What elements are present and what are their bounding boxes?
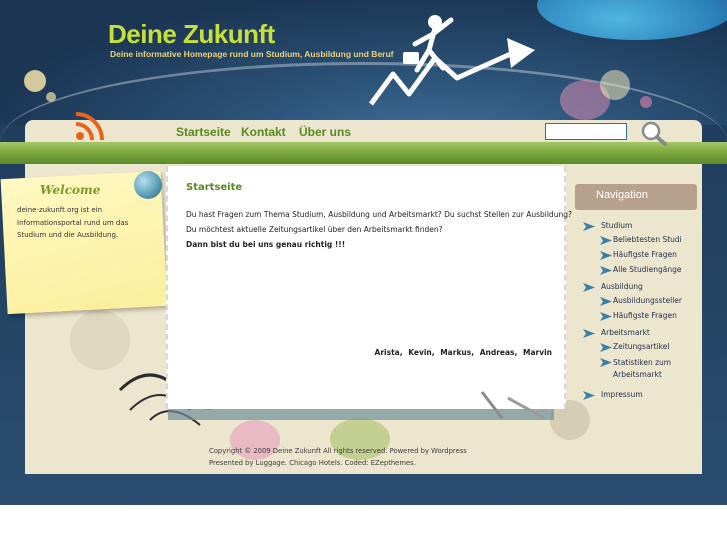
bubble-decoration (24, 70, 46, 92)
businessman-arrow-illustration (368, 15, 535, 106)
welcome-text: deine-zukunft.org ist ein Informationspo… (17, 206, 129, 239)
welcome-title: Welcome (40, 183, 101, 197)
header-banner: Deine Zukunft Deine informative Homepage… (0, 0, 727, 125)
sidebar-item-ausbildung[interactable]: Ausbildung (601, 282, 681, 291)
arrow-icon (583, 283, 595, 292)
green-divider-bar (0, 142, 727, 164)
arrow-icon (600, 343, 612, 352)
site-title[interactable]: Deine Zukunft (108, 19, 275, 50)
sidebar-item-zeitungsartikel[interactable]: Zeitungsartikel (613, 342, 682, 351)
intro-line-1: Du hast Fragen zum Thema Studium, Ausbil… (186, 210, 572, 219)
sidebar-item-impressum[interactable]: Impressum (601, 390, 681, 399)
arrow-icon (600, 312, 612, 321)
nav-kontakt[interactable]: Kontakt (241, 125, 286, 139)
intro-line-3: Dann bist du bei uns genau richtig !!! (186, 240, 346, 249)
search-icon[interactable] (640, 120, 668, 146)
bubble-decoration (46, 92, 56, 102)
nav-startseite[interactable]: Startseite (176, 125, 231, 139)
arrow-icon (600, 266, 612, 275)
sidebar-item-ausbildungsstellen[interactable]: Ausbildungsstellen (613, 296, 682, 305)
arrow-icon (600, 236, 612, 245)
arrow-icon (600, 251, 612, 260)
arrow-icon (583, 329, 595, 338)
authors-signature: Arista, Kevin, Markus, Andreas, Marvin (374, 348, 552, 357)
sidebar-heading: Navigation (596, 189, 648, 201)
sidebar-item-haeufigste-fragen-ausbildung[interactable]: Häufigste Fragen (613, 311, 682, 320)
header-glow (537, 0, 727, 40)
site-subtitle: Deine informative Homepage rund um Studi… (110, 49, 394, 59)
pin-icon (134, 171, 162, 199)
main-content-panel: Startseite Du hast Fragen zum Thema Stud… (166, 166, 572, 409)
rss-icon[interactable] (72, 108, 108, 144)
arrow-icon (583, 391, 595, 400)
sidebar-item-alle-studiengaenge[interactable]: Alle Studiengänge A-Z (613, 265, 682, 274)
footer-credits: Presented by Luggage. Chicago Hotels. Co… (209, 459, 416, 467)
sidebar-item-studium[interactable]: Studium (601, 221, 681, 230)
arrow-icon (583, 222, 595, 231)
pencil-decoration (480, 391, 545, 420)
nav-ueber-uns[interactable]: Über uns (299, 125, 351, 139)
sidebar-item-statistiken[interactable]: Statistiken zum Arbeitsmarkt (613, 357, 677, 381)
arrow-icon (600, 358, 612, 367)
sidebar-item-arbeitsmarkt[interactable]: Arbeitsmarkt (601, 328, 681, 337)
sidebar-item-beliebtesten-studien[interactable]: Beliebtesten Studien (613, 235, 682, 244)
page: Deine Zukunft Deine informative Homepage… (0, 0, 727, 505)
arrow-icon (600, 297, 612, 306)
intro-line-2: Du möchtest aktuelle Zeitungsartikel übe… (186, 225, 443, 234)
search-input[interactable] (545, 123, 627, 140)
bubble-decoration (600, 70, 630, 100)
footer-copyright: Copyright © 2009 Deine Zukunft All right… (209, 447, 467, 455)
page-title: Startseite (186, 182, 243, 193)
sidebar-item-haeufigste-fragen[interactable]: Häufigste Fragen (613, 250, 682, 259)
bubble-decoration (640, 96, 652, 108)
